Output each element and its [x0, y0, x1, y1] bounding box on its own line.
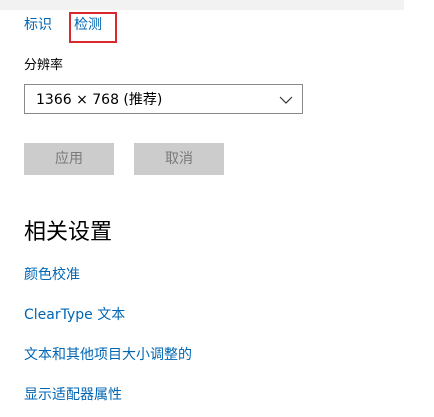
detect-highlight-box — [69, 12, 117, 43]
color-calibration-link[interactable]: 颜色校准 — [24, 266, 80, 284]
cancel-button[interactable]: 取消 — [134, 143, 224, 175]
display-adapter-properties-link[interactable]: 显示适配器属性 — [24, 386, 122, 404]
related-settings-title: 相关设置 — [24, 220, 113, 245]
fade-overlay — [200, 330, 434, 417]
top-strip — [0, 0, 434, 10]
resolution-dropdown[interactable]: 1366 × 768 (推荐) — [24, 84, 303, 114]
resolution-label: 分辨率 — [24, 58, 64, 73]
apply-button[interactable]: 应用 — [24, 143, 114, 175]
resolution-value: 1366 × 768 (推荐) — [36, 92, 163, 108]
chevron-down-icon — [279, 96, 293, 104]
identify-link[interactable]: 标识 — [24, 16, 52, 34]
text-size-link[interactable]: 文本和其他项目大小调整的 — [24, 346, 192, 364]
top-strip-shade — [0, 0, 404, 10]
cleartype-text-link[interactable]: ClearType 文本 — [24, 306, 125, 324]
